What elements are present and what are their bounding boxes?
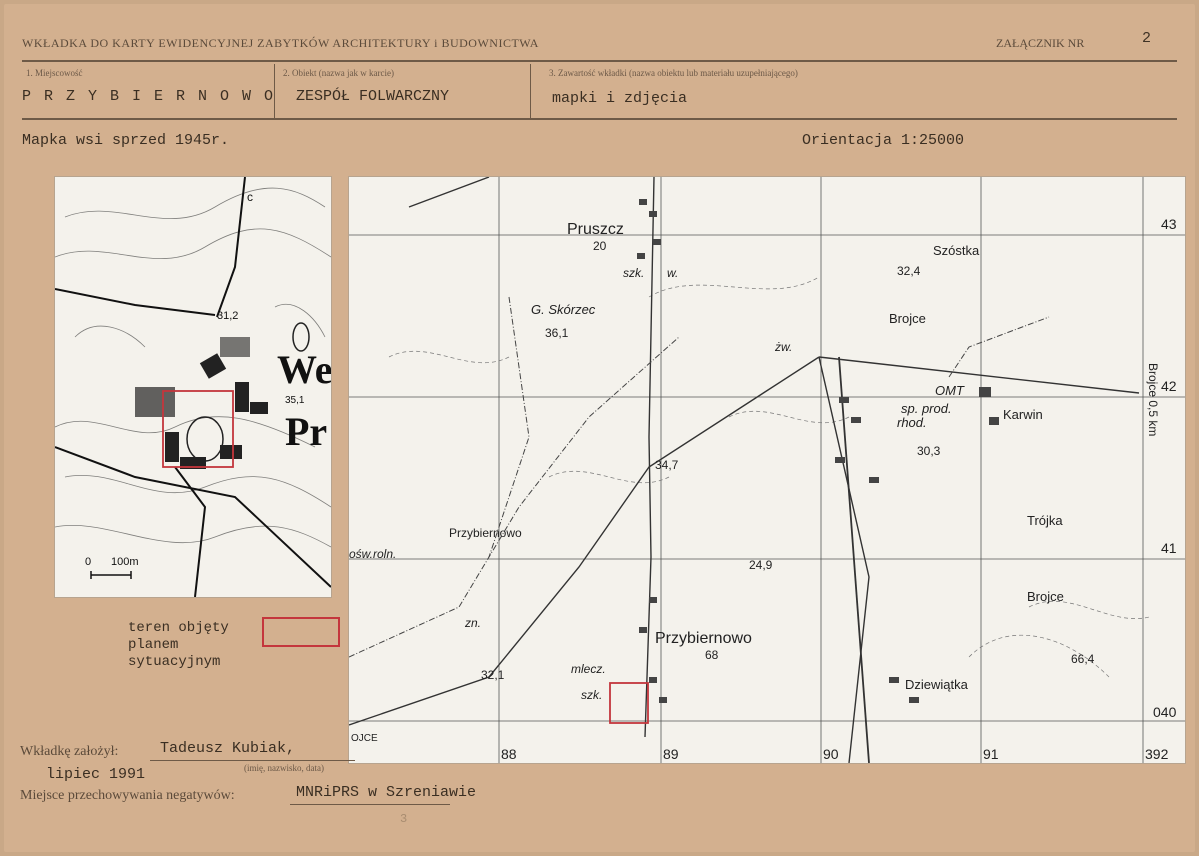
storage-value: MNRiPRS w Szreniawie: [296, 784, 477, 801]
elev-68: 68: [705, 648, 719, 662]
label-omt: OMT: [935, 383, 965, 398]
caption-right: Orientacja 1:25000: [802, 132, 965, 149]
attachment-number: 2: [1142, 30, 1152, 47]
elev-32-4: 32,4: [897, 264, 921, 278]
place-skorzec: G. Skórzec: [531, 302, 596, 317]
small-map-label-pr: Pr: [285, 409, 327, 454]
small-map-label-elev2: 35,1: [285, 395, 305, 406]
place-szostka: Szóstka: [933, 243, 980, 258]
label-w-1: w.: [667, 266, 678, 280]
grid-x-392: 392: [1145, 746, 1169, 762]
label-osw-roln: ośw.roln.: [349, 547, 396, 561]
legend-line-1: teren objęty: [128, 620, 229, 636]
grid-y-040: 040: [1153, 704, 1177, 720]
legend-line-2: planem: [128, 637, 179, 653]
field-1-label: 1. Miejscowość: [26, 68, 83, 78]
grid-y-41: 41: [1161, 540, 1177, 556]
small-map-label-c: c: [247, 190, 253, 204]
label-mlecz: mlecz.: [571, 662, 606, 676]
small-map-label-we: We: [277, 347, 331, 392]
legend-line-3: sytuacyjnym: [128, 654, 221, 670]
elev-30-3: 30,3: [917, 444, 941, 458]
place-przybiernowo-main: Przybiernowo: [655, 630, 752, 647]
field-1-value: P R Z Y B I E R N O W O: [22, 88, 276, 105]
form-title: WKŁADKA DO KARTY EWIDENCYJNEJ ZABYTKÓW A…: [22, 36, 539, 50]
elev-20: 20: [593, 239, 607, 253]
storage-label: Miejsce przechowywania negatywów:: [20, 788, 235, 803]
grid-x-90: 90: [823, 746, 839, 762]
label-szk-1: szk.: [623, 266, 644, 280]
storage-line: [290, 804, 450, 805]
attachment-label: ZAŁĄCZNIK NR: [996, 36, 1085, 50]
place-przybiernowo-1: Przybiernowo: [449, 526, 522, 540]
fields-divider-2: [530, 64, 531, 118]
elev-32-1: 32,1: [481, 668, 505, 682]
grid-x-88: 88: [501, 746, 517, 762]
label-sp-prod: sp. prod.: [901, 401, 952, 416]
grid-y-42: 42: [1161, 378, 1177, 394]
field-3-label: 3. Zawartość wkładki (nazwa obiektu lub …: [549, 68, 798, 78]
place-pruszcz: Pruszcz: [567, 221, 624, 238]
topographic-map-graphic: Pruszcz 20 szk. w. G. Skórzec 36,1 Szóst…: [349, 177, 1185, 763]
legend-marker-swatch: [262, 617, 340, 647]
made-by-line: [150, 760, 355, 761]
historical-map-graphic: We Pr 31,2 35,1 c 0 100m: [55, 177, 331, 597]
faint-stamp: 3: [400, 812, 408, 826]
elev-36-1: 36,1: [545, 326, 569, 340]
field-2-label: 2. Obiekt (nazwa jak w karcie): [283, 68, 394, 78]
place-brojce-1: Brojce: [889, 311, 926, 326]
field-3-value: mapki i zdjęcia: [552, 90, 688, 107]
grid-x-89: 89: [663, 746, 679, 762]
place-trojka: Trójka: [1027, 513, 1063, 528]
label-rhod: rhod.: [897, 415, 927, 430]
scale-100m: 100m: [111, 556, 139, 568]
place-brojce-2: Brojce: [1027, 589, 1064, 604]
label-zn: zn.: [464, 616, 481, 630]
label-brojce-distance: Brojce 0,5 km: [1146, 363, 1160, 436]
fields-bottom-rule: [22, 118, 1177, 120]
historical-map: We Pr 31,2 35,1 c 0 100m: [54, 176, 332, 598]
caption-left: Mapka wsi sprzed 1945r.: [22, 132, 230, 149]
topographic-map: Pruszcz 20 szk. w. G. Skórzec 36,1 Szóst…: [348, 176, 1186, 764]
made-by-value: Tadeusz Kubiak,: [160, 740, 296, 757]
label-zw: żw.: [774, 340, 792, 354]
place-dziewiatka: Dziewiątka: [905, 677, 969, 692]
small-map-label-elev1: 31,2: [217, 310, 238, 322]
made-by-date: lipiec 1991: [46, 766, 146, 783]
elev-66-4: 66,4: [1071, 652, 1095, 666]
grid-x-91: 91: [983, 746, 999, 762]
grid-y-43: 43: [1161, 216, 1177, 232]
label-szk-2: szk.: [581, 688, 602, 702]
scale-zero: 0: [85, 556, 91, 568]
field-2-value: ZESPÓŁ FOLWARCZNY: [296, 88, 450, 105]
made-by-hint: (imię, nazwisko, data): [244, 763, 324, 773]
header-rule: [22, 60, 1177, 62]
elev-24-9: 24,9: [749, 558, 773, 572]
place-karwin: Karwin: [1003, 407, 1043, 422]
made-by-label: Wkładkę założył:: [20, 744, 119, 759]
label-ojce: OJCE: [351, 733, 378, 744]
elev-34-7: 34,7: [655, 458, 679, 472]
